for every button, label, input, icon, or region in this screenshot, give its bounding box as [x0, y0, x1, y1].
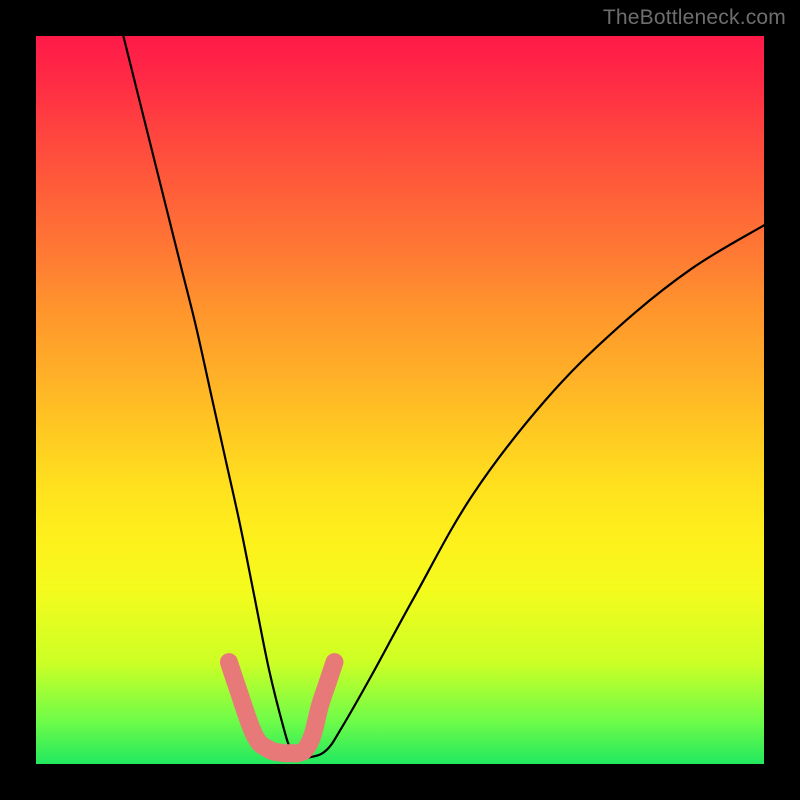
marker-band [229, 662, 335, 753]
watermark-text: TheBottleneck.com [603, 6, 786, 30]
plot-area [36, 36, 764, 764]
curve-layer [36, 36, 764, 764]
chart-frame: TheBottleneck.com [0, 0, 800, 800]
bottleneck-curve [123, 36, 764, 758]
